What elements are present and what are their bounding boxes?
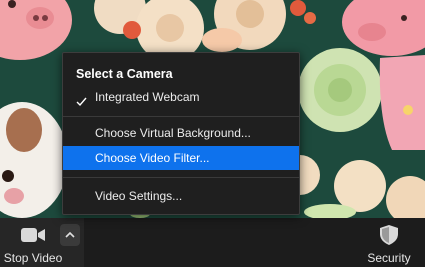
stop-video-button[interactable]: Stop Video (0, 218, 66, 267)
video-camera-icon (21, 227, 45, 248)
menu-divider (63, 177, 299, 178)
choose-virtual-background-item[interactable]: Choose Virtual Background... (63, 121, 299, 145)
video-options-button[interactable] (60, 224, 80, 246)
video-filter-label: Choose Video Filter... (95, 151, 210, 165)
menu-heading: Select a Camera (76, 67, 173, 81)
camera-option-label: Integrated Webcam (95, 90, 200, 104)
video-settings-label: Video Settings... (95, 189, 183, 203)
stop-video-label: Stop Video (3, 251, 63, 265)
virtual-background-label: Choose Virtual Background... (95, 126, 251, 140)
choose-video-filter-item[interactable]: Choose Video Filter... (63, 146, 299, 170)
menu-divider (63, 116, 299, 117)
security-label: Security (367, 251, 411, 265)
video-settings-item[interactable]: Video Settings... (63, 184, 299, 208)
checkmark-icon (76, 91, 87, 115)
camera-option-integrated-webcam[interactable]: Integrated Webcam (63, 85, 299, 109)
meeting-toolbar: Stop Video Security (0, 218, 425, 267)
camera-menu: Select a Camera Integrated Webcam Choose… (62, 52, 300, 215)
security-button[interactable]: Security (353, 218, 425, 267)
shield-icon (379, 224, 399, 251)
